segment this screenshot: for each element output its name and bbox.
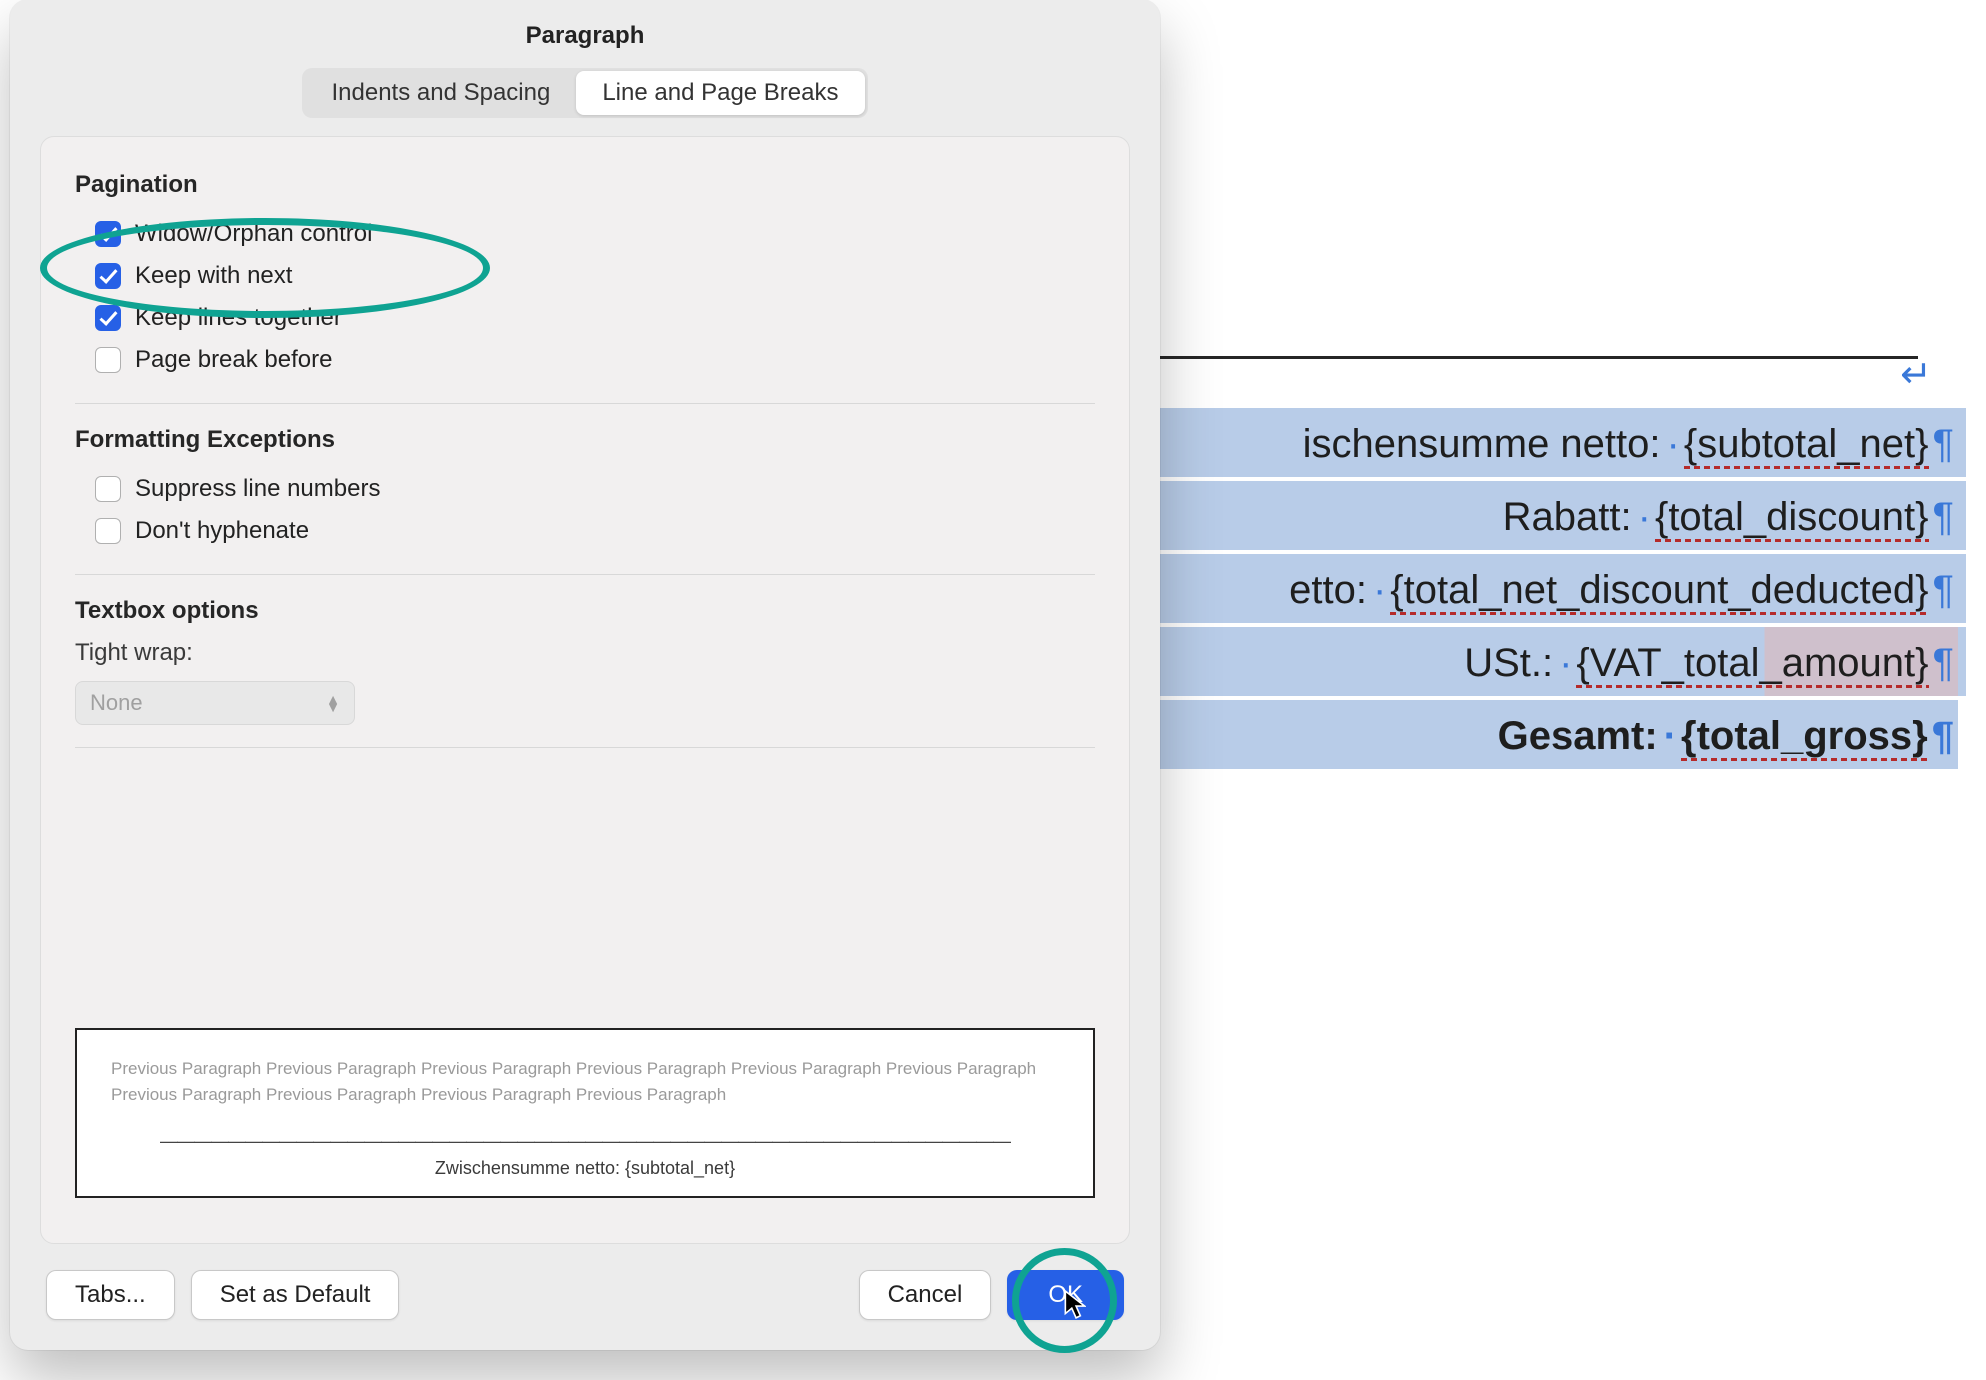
checkbox-label: Suppress line numbers bbox=[135, 475, 380, 503]
space-marker-icon: · bbox=[1664, 714, 1677, 759]
doc-placeholder: {total_gross} bbox=[1681, 714, 1928, 759]
doc-line-subtotal: ischensumme netto: · {subtotal_net} ¶ bbox=[1160, 408, 1966, 477]
tab-indents-spacing[interactable]: Indents and Spacing bbox=[305, 71, 576, 115]
return-icon: ↵ bbox=[1900, 352, 1932, 397]
space-marker-icon: · bbox=[1667, 422, 1680, 467]
section-textbox-options: Textbox options Tight wrap: None ▲▼ bbox=[75, 597, 1095, 748]
checkbox-keep-with-next[interactable]: Keep with next bbox=[75, 255, 1095, 297]
tight-wrap-label: Tight wrap: bbox=[75, 639, 1095, 667]
pagination-header: Pagination bbox=[75, 171, 1095, 199]
dialog-title: Paragraph bbox=[10, 0, 1160, 68]
paragraph-preview: Previous Paragraph Previous Paragraph Pr… bbox=[75, 1028, 1095, 1198]
set-default-button[interactable]: Set as Default bbox=[191, 1270, 400, 1320]
formatting-header: Formatting Exceptions bbox=[75, 426, 1095, 454]
chevron-updown-icon: ▲▼ bbox=[326, 695, 340, 711]
doc-placeholder: {subtotal_net} bbox=[1684, 422, 1929, 467]
checkbox-label: Keep lines together bbox=[135, 304, 342, 332]
doc-label: Rabatt: bbox=[1503, 495, 1632, 540]
dialog-panel: Pagination Widow/Orphan control Keep wit… bbox=[40, 136, 1130, 1244]
space-marker-icon: · bbox=[1638, 495, 1651, 540]
pilcrow-icon: ¶ bbox=[1933, 495, 1954, 540]
checkbox-suppress-line-numbers[interactable]: Suppress line numbers bbox=[75, 468, 1095, 510]
doc-line-discount: Rabatt: · {total_discount} ¶ bbox=[1160, 481, 1966, 550]
checkbox-icon[interactable] bbox=[95, 518, 121, 544]
checkbox-icon[interactable] bbox=[95, 347, 121, 373]
doc-label: USt.: bbox=[1464, 641, 1553, 686]
checkbox-icon[interactable] bbox=[95, 221, 121, 247]
space-marker-icon: · bbox=[1559, 641, 1572, 686]
checkbox-label: Page break before bbox=[135, 346, 332, 374]
cancel-button[interactable]: Cancel bbox=[859, 1270, 992, 1320]
space-marker-icon: · bbox=[1373, 568, 1386, 613]
doc-line-gross: Gesamt: · {total_gross} ¶ bbox=[1160, 700, 1966, 769]
doc-placeholder: {total_discount} bbox=[1655, 495, 1929, 540]
preview-sample-text: Zwischensumme netto: {subtotal_net} bbox=[111, 1158, 1059, 1179]
section-formatting-exceptions: Formatting Exceptions Suppress line numb… bbox=[75, 426, 1095, 575]
checkbox-label: Widow/Orphan control bbox=[135, 220, 372, 248]
checkbox-dont-hyphenate[interactable]: Don't hyphenate bbox=[75, 510, 1095, 552]
preview-separator: ————————————————————————————————————————… bbox=[111, 1131, 1059, 1152]
checkbox-page-break-before[interactable]: Page break before bbox=[75, 339, 1095, 381]
dialog-button-row: Tabs... Set as Default Cancel OK bbox=[10, 1244, 1160, 1350]
preview-previous-text: Previous Paragraph Previous Paragraph Pr… bbox=[111, 1056, 1059, 1107]
checkbox-label: Don't hyphenate bbox=[135, 517, 309, 545]
doc-horizontal-rule bbox=[1160, 356, 1918, 359]
doc-placeholder: {total_net_discount_deducted} bbox=[1390, 568, 1928, 613]
textbox-header: Textbox options bbox=[75, 597, 1095, 625]
ok-button[interactable]: OK bbox=[1007, 1270, 1124, 1320]
doc-line-netdiscount: etto: · {total_net_discount_deducted} ¶ bbox=[1160, 554, 1966, 623]
doc-placeholder: {VAT_total_amount} bbox=[1576, 641, 1928, 686]
doc-label: ischensumme netto: bbox=[1303, 422, 1661, 467]
select-value: None bbox=[90, 690, 143, 716]
pilcrow-icon: ¶ bbox=[1933, 422, 1954, 467]
pilcrow-icon: ¶ bbox=[1933, 641, 1954, 686]
checkbox-icon[interactable] bbox=[95, 476, 121, 502]
section-pagination: Pagination Widow/Orphan control Keep wit… bbox=[75, 171, 1095, 404]
checkbox-label: Keep with next bbox=[135, 262, 292, 290]
checkbox-icon[interactable] bbox=[95, 305, 121, 331]
checkbox-keep-lines-together[interactable]: Keep lines together bbox=[75, 297, 1095, 339]
paragraph-dialog: Paragraph Indents and Spacing Line and P… bbox=[10, 0, 1160, 1350]
doc-line-vat: USt.: · {VAT_total_amount} ¶ bbox=[1160, 627, 1966, 696]
doc-label: etto: bbox=[1289, 568, 1367, 613]
tabs-button[interactable]: Tabs... bbox=[46, 1270, 175, 1320]
tab-bar: Indents and Spacing Line and Page Breaks bbox=[302, 68, 867, 118]
tight-wrap-select[interactable]: None ▲▼ bbox=[75, 681, 355, 725]
checkbox-widow-orphan[interactable]: Widow/Orphan control bbox=[75, 213, 1095, 255]
checkbox-icon[interactable] bbox=[95, 263, 121, 289]
pilcrow-icon: ¶ bbox=[1933, 568, 1954, 613]
pilcrow-icon: ¶ bbox=[1932, 714, 1954, 759]
document-preview: ↵ ischensumme netto: · {subtotal_net} ¶ … bbox=[1160, 360, 1966, 773]
tab-line-page-breaks[interactable]: Line and Page Breaks bbox=[576, 71, 864, 115]
doc-label: Gesamt: bbox=[1498, 714, 1658, 759]
